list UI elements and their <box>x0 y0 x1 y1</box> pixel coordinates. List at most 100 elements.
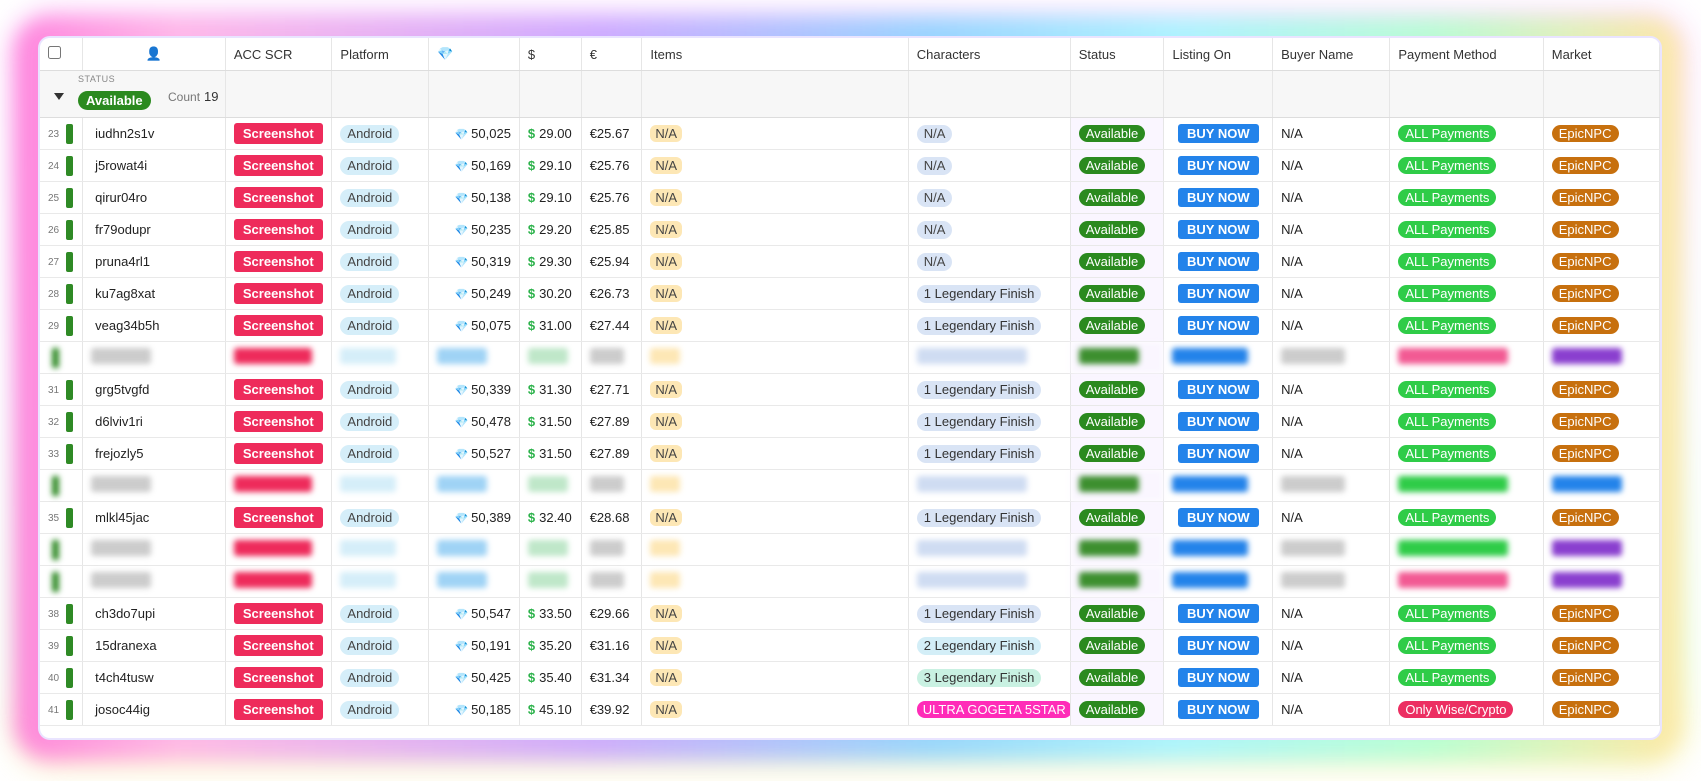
table-row[interactable] <box>40 469 1660 502</box>
account-id-cell[interactable]: veag34b5h <box>82 309 226 342</box>
buy-now-button[interactable]: BUY NOW <box>1178 380 1259 399</box>
gems-cell: 💎 50,249 <box>428 277 520 310</box>
usd-cell: $31.30 <box>519 373 582 406</box>
account-id-cell[interactable]: t4ch4tusw <box>82 661 226 694</box>
buy-now-button[interactable]: BUY NOW <box>1178 668 1259 687</box>
table-row[interactable]: 38 ch3do7upi Screenshot Android 💎 50,547 $33.5… <box>40 597 1660 630</box>
screenshot-button[interactable]: Screenshot <box>233 283 323 304</box>
buyer-cell: N/A <box>1272 373 1391 406</box>
column-listing-on[interactable]: Listing On <box>1163 38 1274 71</box>
column-owner[interactable]: 👤 <box>82 38 226 71</box>
account-id-cell[interactable]: mlkl45jac <box>82 501 226 534</box>
buy-now-button[interactable]: BUY NOW <box>1178 188 1259 207</box>
buy-now-button[interactable]: BUY NOW <box>1178 284 1259 303</box>
account-id-cell[interactable]: ch3do7upi <box>82 597 226 630</box>
table-row[interactable] <box>40 565 1660 598</box>
usd-cell: $29.30 <box>519 245 582 278</box>
platform-cell: Android <box>331 117 430 150</box>
screenshot-button[interactable]: Screenshot <box>233 123 323 144</box>
table-row[interactable]: 24 j5rowat4i Screenshot Android 💎 50,169 $29.1… <box>40 149 1660 182</box>
buy-now-button[interactable]: BUY NOW <box>1178 604 1259 623</box>
table-row[interactable] <box>40 533 1660 566</box>
account-id-cell[interactable]: pruna4rl1 <box>82 245 226 278</box>
column-buyer-name[interactable]: Buyer Name <box>1272 38 1391 71</box>
table-row[interactable]: 31 grg5tvgfd Screenshot Android 💎 50,339 $31.3… <box>40 373 1660 406</box>
market-tag: EpicNPC <box>1551 381 1619 398</box>
screenshot-button[interactable]: Screenshot <box>233 219 323 240</box>
table-row[interactable]: 29 veag34b5h Screenshot Android 💎 50,075 $31.0… <box>40 309 1660 342</box>
account-id-cell[interactable]: iudhn2s1v <box>82 117 226 150</box>
table-row[interactable]: 23 iudhn2s1v Screenshot Android 💎 50,025 $29.0… <box>40 117 1660 150</box>
redacted-block <box>91 348 152 364</box>
table-row[interactable]: 39 15dranexa Screenshot Android 💎 50,191 $35.2… <box>40 629 1660 662</box>
platform-tag: Android <box>340 668 400 687</box>
screenshot-button[interactable]: Screenshot <box>233 603 323 624</box>
screenshot-button[interactable]: Screenshot <box>233 667 323 688</box>
table-row[interactable] <box>40 341 1660 374</box>
items-cell: N/A <box>641 501 909 534</box>
payment-cell: ALL Payments <box>1389 309 1544 342</box>
account-id-cell[interactable]: ku7ag8xat <box>82 277 226 310</box>
row-color-bar <box>66 187 73 208</box>
buy-now-button[interactable]: BUY NOW <box>1178 124 1259 143</box>
account-id-cell[interactable]: grg5tvgfd <box>82 373 226 406</box>
screenshot-button[interactable]: Screenshot <box>233 155 323 176</box>
account-id-cell[interactable]: qirur04ro <box>82 181 226 214</box>
buy-now-button[interactable]: BUY NOW <box>1178 508 1259 527</box>
column-gems[interactable]: 💎 <box>428 38 520 71</box>
account-id-cell[interactable]: fr79odupr <box>82 213 226 246</box>
column-acc-scr[interactable]: ACC SCR <box>225 38 333 71</box>
buy-now-button[interactable]: BUY NOW <box>1178 412 1259 431</box>
table-row[interactable]: 33 frejozly5 Screenshot Android 💎 50,527 $31.5… <box>40 437 1660 470</box>
select-all-checkbox[interactable] <box>48 46 61 59</box>
table-row[interactable]: 41 josoc44ig Screenshot Android 💎 50,185 $45.1… <box>40 693 1660 726</box>
screenshot-button[interactable]: Screenshot <box>233 411 323 432</box>
screenshot-button[interactable]: Screenshot <box>233 635 323 656</box>
buy-now-button[interactable]: BUY NOW <box>1178 156 1259 175</box>
table-row[interactable]: 28 ku7ag8xat Screenshot Android 💎 50,249 $30.2… <box>40 277 1660 310</box>
table-row[interactable]: 27 pruna4rl1 Screenshot Android 💎 50,319 $29.3… <box>40 245 1660 278</box>
gems-cell: 💎 50,169 <box>428 149 520 182</box>
redacted-cell <box>40 533 84 566</box>
column-items[interactable]: Items <box>641 38 909 71</box>
account-id-cell[interactable]: 15dranexa <box>82 629 226 662</box>
column-status[interactable]: Status <box>1070 38 1165 71</box>
account-id-cell[interactable]: d6lviv1ri <box>82 405 226 438</box>
buy-now-button[interactable]: BUY NOW <box>1178 636 1259 655</box>
table-row[interactable]: 35 mlkl45jac Screenshot Android 💎 50,389 $32.4… <box>40 501 1660 534</box>
table-row[interactable]: 25 qirur04ro Screenshot Android 💎 50,138 $29.1… <box>40 181 1660 214</box>
account-id-cell[interactable]: j5rowat4i <box>82 149 226 182</box>
column-eur[interactable]: € <box>581 38 643 71</box>
column-payment-method[interactable]: Payment Method <box>1389 38 1544 71</box>
screenshot-button[interactable]: Screenshot <box>233 507 323 528</box>
table-row[interactable]: 26 fr79odupr Screenshot Android 💎 50,235 $29.2… <box>40 213 1660 246</box>
status-cell: Available <box>1070 501 1165 534</box>
screenshot-button[interactable]: Screenshot <box>233 315 323 336</box>
buy-now-button[interactable]: BUY NOW <box>1178 220 1259 239</box>
payment-cell: ALL Payments <box>1389 405 1544 438</box>
table-row[interactable]: 32 d6lviv1ri Screenshot Android 💎 50,478 $31.5… <box>40 405 1660 438</box>
row-color-bar <box>66 603 73 624</box>
select-all-header[interactable] <box>40 38 84 71</box>
screenshot-button[interactable]: Screenshot <box>233 699 323 720</box>
column-platform[interactable]: Platform <box>331 38 430 71</box>
market-tag: EpicNPC <box>1551 189 1619 206</box>
status-badge: Available <box>1078 669 1146 686</box>
column-market[interactable]: Market <box>1543 38 1660 71</box>
collapse-triangle-icon[interactable] <box>54 93 64 100</box>
screenshot-button[interactable]: Screenshot <box>233 379 323 400</box>
screenshot-button[interactable]: Screenshot <box>233 443 323 464</box>
screenshot-button[interactable]: Screenshot <box>233 251 323 272</box>
account-id-cell[interactable]: frejozly5 <box>82 437 226 470</box>
buy-now-button[interactable]: BUY NOW <box>1178 316 1259 335</box>
buy-now-button[interactable]: BUY NOW <box>1178 700 1259 719</box>
platform-tag: Android <box>340 284 400 303</box>
screenshot-button[interactable]: Screenshot <box>233 187 323 208</box>
column-characters[interactable]: Characters <box>908 38 1071 71</box>
account-id-cell[interactable]: josoc44ig <box>82 693 226 726</box>
column-usd[interactable]: $ <box>519 38 582 71</box>
buy-now-button[interactable]: BUY NOW <box>1178 252 1259 271</box>
table-row[interactable]: 40 t4ch4tusw Screenshot Android 💎 50,425 $35.4… <box>40 661 1660 694</box>
payment-cell: Only Wise/Crypto <box>1389 693 1544 726</box>
buy-now-button[interactable]: BUY NOW <box>1178 444 1259 463</box>
